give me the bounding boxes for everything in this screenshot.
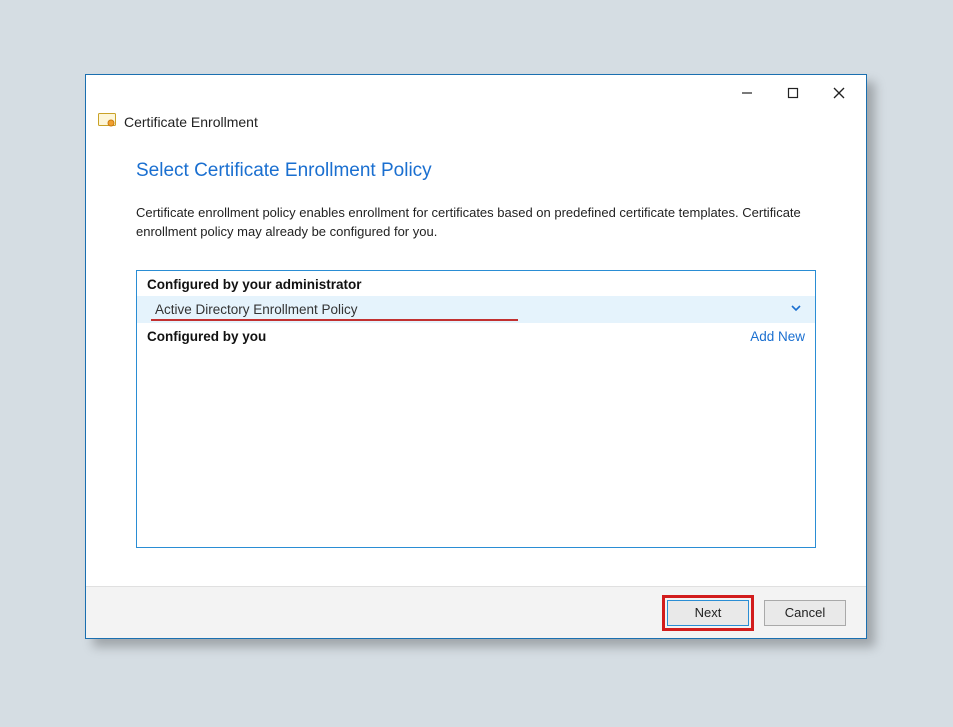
policy-row-ad[interactable]: Active Directory Enrollment Policy: [137, 296, 815, 323]
wizard-footer: Next Cancel: [86, 586, 866, 638]
policy-name: Active Directory Enrollment Policy: [155, 302, 358, 317]
titlebar: [86, 75, 866, 111]
page-heading: Select Certificate Enrollment Policy: [136, 160, 816, 182]
close-icon: [833, 87, 845, 99]
maximize-icon: [787, 87, 799, 99]
next-button[interactable]: Next: [667, 600, 749, 626]
user-section-label: Configured by you: [147, 329, 266, 344]
policy-list: Configured by your administrator Active …: [136, 270, 816, 548]
wizard-window: Certificate Enrollment Select Certificat…: [85, 74, 867, 639]
wizard-content: Select Certificate Enrollment Policy Cer…: [86, 136, 866, 270]
wizard-header: Certificate Enrollment: [86, 111, 866, 136]
close-button[interactable]: [816, 78, 862, 108]
user-section-header: Configured by you Add New: [137, 323, 815, 348]
minimize-button[interactable]: [724, 78, 770, 108]
chevron-down-icon: [791, 303, 801, 315]
page-description: Certificate enrollment policy enables en…: [136, 204, 816, 242]
minimize-icon: [741, 87, 753, 99]
certificate-icon: [98, 113, 116, 130]
add-new-link[interactable]: Add New: [750, 329, 805, 344]
maximize-button[interactable]: [770, 78, 816, 108]
wizard-title: Certificate Enrollment: [124, 114, 258, 130]
next-button-highlight: Next: [662, 595, 754, 631]
cancel-button[interactable]: Cancel: [764, 600, 846, 626]
admin-section-header: Configured by your administrator: [137, 271, 815, 296]
admin-section-label: Configured by your administrator: [147, 277, 362, 292]
